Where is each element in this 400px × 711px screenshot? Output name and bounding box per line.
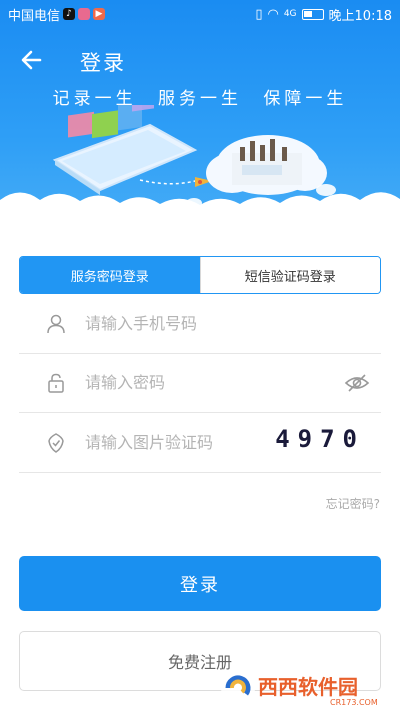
clock: 晚上10:18 xyxy=(328,8,392,24)
cloud-illustration xyxy=(206,135,327,195)
tab-password-login[interactable]: 服务密码登录 xyxy=(20,257,200,293)
captcha-field-row: 4970 xyxy=(19,413,381,473)
battery-icon xyxy=(301,8,324,20)
phone-input[interactable] xyxy=(85,314,305,333)
carrier-name: 中国电信 xyxy=(8,8,61,24)
header-banner: 中国电信 ♪ ▶ ▯ ◠ 4G 晚上10:18 登录 记录一生 服务一生 保障一… xyxy=(0,0,400,235)
login-button[interactable]: 登录 xyxy=(19,556,381,611)
shield-check-icon xyxy=(41,428,71,458)
user-icon xyxy=(41,309,71,339)
signal-icon: 4G xyxy=(283,9,297,19)
login-mode-tabs: 服务密码登录 短信验证码登录 xyxy=(19,256,381,294)
tab-sms-login[interactable]: 短信验证码登录 xyxy=(199,257,380,293)
wifi-icon: ◠ xyxy=(267,6,279,22)
watermark-logo: 西西软件园 CR173.COM xyxy=(221,671,378,707)
captcha-input[interactable] xyxy=(85,433,305,452)
watermark-subtext: CR173.COM xyxy=(330,698,378,707)
header-illustration xyxy=(0,105,400,235)
rocket-illustration xyxy=(139,177,212,187)
forgot-password-link[interactable]: 忘记密码? xyxy=(326,495,380,512)
page-title: 登录 xyxy=(80,51,126,75)
hide-password-icon[interactable] xyxy=(343,369,371,397)
video-app-icon: ▶ xyxy=(93,8,106,20)
password-field-row xyxy=(19,353,381,413)
watermark-text: 西西软件园 xyxy=(258,675,358,699)
back-arrow-icon[interactable] xyxy=(18,46,46,74)
captcha-image[interactable]: 4970 xyxy=(275,425,365,453)
vibrate-icon: ▯ xyxy=(255,6,263,22)
phone-field-row xyxy=(19,294,381,354)
password-input[interactable] xyxy=(85,373,305,392)
lock-icon xyxy=(41,368,71,398)
status-bar: 中国电信 ♪ ▶ ▯ ◠ 4G 晚上10:18 xyxy=(0,0,400,28)
tiktok-icon: ♪ xyxy=(63,8,76,20)
app-notification-icon xyxy=(78,8,91,20)
